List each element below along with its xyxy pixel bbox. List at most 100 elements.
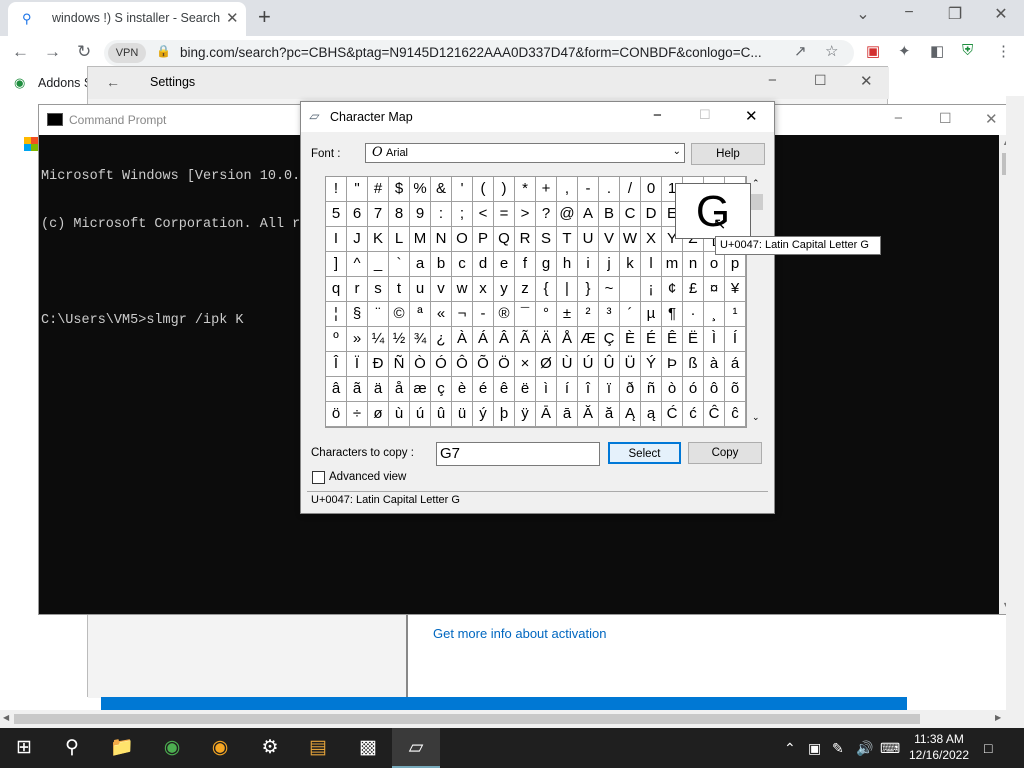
- charmap-taskbar-icon[interactable]: ▱: [392, 728, 440, 768]
- char-cell[interactable]: æ: [410, 377, 431, 402]
- char-cell[interactable]: 5: [326, 202, 347, 227]
- char-cell[interactable]: «: [431, 302, 452, 327]
- char-cell[interactable]: Å: [557, 327, 578, 352]
- scroll-thumb[interactable]: [750, 194, 763, 210]
- char-cell[interactable]: Ö: [494, 352, 515, 377]
- char-cell[interactable]: ©: [389, 302, 410, 327]
- char-cell[interactable]: À: [452, 327, 473, 352]
- close-button[interactable]: ✕: [745, 107, 758, 125]
- char-cell[interactable]: %: [410, 177, 431, 202]
- scroll-up-icon[interactable]: ⌃: [752, 178, 760, 189]
- char-cell[interactable]: ä: [368, 377, 389, 402]
- char-cell[interactable]: Ð: [368, 352, 389, 377]
- char-cell[interactable]: ¯: [515, 302, 536, 327]
- char-cell[interactable]: ã: [347, 377, 368, 402]
- char-cell[interactable]: =: [494, 202, 515, 227]
- extension-shield-icon[interactable]: ▣: [866, 42, 880, 60]
- char-cell[interactable]: ā: [557, 402, 578, 427]
- char-cell[interactable]: /: [620, 177, 641, 202]
- char-cell[interactable]: ą: [641, 402, 662, 427]
- char-cell[interactable]: ¨: [368, 302, 389, 327]
- char-cell[interactable]: D: [641, 202, 662, 227]
- minimize-button[interactable]: −: [894, 4, 924, 22]
- char-cell[interactable]: è: [452, 377, 473, 402]
- bookmark-item[interactable]: Addons S: [38, 76, 92, 90]
- char-cell[interactable]: ü: [452, 402, 473, 427]
- close-button[interactable]: ✕: [985, 110, 998, 128]
- char-cell[interactable]: g: [536, 252, 557, 277]
- char-cell[interactable]: à: [704, 352, 725, 377]
- security-shield-icon[interactable]: ⛨: [962, 42, 973, 59]
- new-tab-button[interactable]: +: [258, 4, 271, 30]
- char-cell[interactable]: 6: [347, 202, 368, 227]
- char-cell[interactable]: Ç: [599, 327, 620, 352]
- char-cell[interactable]: U: [578, 227, 599, 252]
- notification-icon[interactable]: □: [984, 728, 992, 768]
- char-cell[interactable]: Ú: [578, 352, 599, 377]
- char-cell[interactable]: °: [536, 302, 557, 327]
- settings-gear-icon[interactable]: ⚙: [246, 728, 294, 768]
- char-cell[interactable]: §: [347, 302, 368, 327]
- char-cell[interactable]: -: [473, 302, 494, 327]
- char-cell[interactable]: z: [515, 277, 536, 302]
- char-cell[interactable]: @: [557, 202, 578, 227]
- char-cell[interactable]: d: [473, 252, 494, 277]
- char-cell[interactable]: n: [683, 252, 704, 277]
- char-cell[interactable]: i: [578, 252, 599, 277]
- menu-icon[interactable]: ⋮: [996, 42, 1011, 60]
- select-button[interactable]: Select: [608, 442, 681, 464]
- char-cell[interactable]: µ: [641, 302, 662, 327]
- char-cell[interactable]: `: [389, 252, 410, 277]
- char-cell[interactable]: K: [368, 227, 389, 252]
- char-cell[interactable]: k: [620, 252, 641, 277]
- char-cell[interactable]: L: [389, 227, 410, 252]
- chrome-icon[interactable]: ◉: [148, 728, 196, 768]
- char-cell[interactable]: ´: [620, 302, 641, 327]
- char-cell[interactable]: {: [536, 277, 557, 302]
- char-cell[interactable]: |: [557, 277, 578, 302]
- forward-icon[interactable]: →: [44, 42, 61, 62]
- char-cell[interactable]: a: [410, 252, 431, 277]
- char-cell[interactable]: Ĉ: [704, 402, 725, 427]
- pen-icon[interactable]: ✎: [832, 728, 844, 768]
- char-cell[interactable]: #: [368, 177, 389, 202]
- char-cell[interactable]: È: [620, 327, 641, 352]
- char-cell[interactable]: }: [578, 277, 599, 302]
- char-cell[interactable]: ¶: [662, 302, 683, 327]
- char-cell[interactable]: w: [452, 277, 473, 302]
- char-cell[interactable]: [620, 277, 641, 302]
- char-cell[interactable]: 7: [368, 202, 389, 227]
- char-cell[interactable]: Ø: [536, 352, 557, 377]
- char-cell[interactable]: Æ: [578, 327, 599, 352]
- char-cell[interactable]: T: [557, 227, 578, 252]
- char-cell[interactable]: x: [473, 277, 494, 302]
- char-cell[interactable]: y: [494, 277, 515, 302]
- char-cell[interactable]: ¬: [452, 302, 473, 327]
- char-cell[interactable]: p: [725, 252, 746, 277]
- char-cell[interactable]: ®: [494, 302, 515, 327]
- char-cell[interactable]: ¦: [326, 302, 347, 327]
- char-cell[interactable]: é: [473, 377, 494, 402]
- char-cell[interactable]: Ô: [452, 352, 473, 377]
- volume-icon[interactable]: 🔊: [856, 728, 873, 768]
- char-cell[interactable]: o: [704, 252, 725, 277]
- puzzle-icon[interactable]: ✦: [898, 42, 911, 60]
- char-cell[interactable]: ¼: [368, 327, 389, 352]
- char-cell[interactable]: ': [452, 177, 473, 202]
- star-icon[interactable]: ☆: [825, 42, 838, 60]
- char-cell[interactable]: ¥: [725, 277, 746, 302]
- file-explorer-icon[interactable]: 📁: [98, 728, 146, 768]
- keyboard-icon[interactable]: ⌨: [880, 728, 900, 768]
- char-cell[interactable]: ú: [410, 402, 431, 427]
- char-cell[interactable]: Ì: [704, 327, 725, 352]
- char-cell[interactable]: f: [515, 252, 536, 277]
- chevron-up-icon[interactable]: ⌃: [784, 728, 796, 768]
- reload-icon[interactable]: ↻: [77, 42, 91, 62]
- char-cell[interactable]: >: [515, 202, 536, 227]
- char-cell[interactable]: û: [431, 402, 452, 427]
- winrar-icon[interactable]: ▤: [294, 728, 342, 768]
- tab-close-button[interactable]: ✕: [226, 9, 239, 27]
- minimize-button[interactable]: −: [653, 107, 662, 124]
- char-cell[interactable]: ·: [683, 302, 704, 327]
- char-cell[interactable]: v: [431, 277, 452, 302]
